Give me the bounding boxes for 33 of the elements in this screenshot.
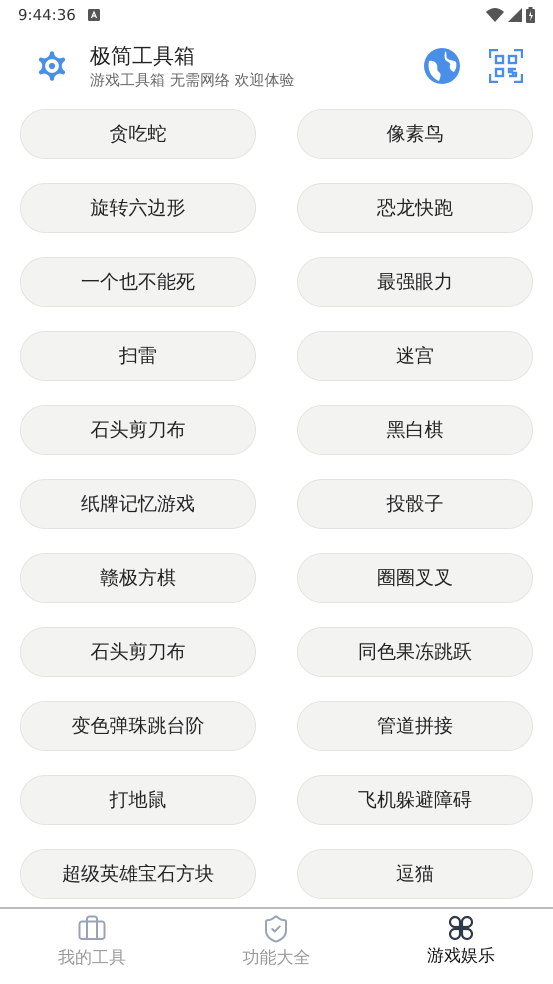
- game-button[interactable]: 逗猫: [297, 849, 533, 899]
- keyboard-notification-icon: [88, 9, 100, 21]
- qr-scan-icon[interactable]: [489, 49, 523, 83]
- game-button[interactable]: 石头剪刀布: [20, 405, 256, 455]
- game-button[interactable]: 超级英雄宝石方块: [20, 849, 256, 899]
- game-button[interactable]: 恐龙快跑: [297, 183, 533, 233]
- status-time: 9:44:36: [18, 4, 76, 26]
- game-button[interactable]: 迷宫: [297, 331, 533, 381]
- globe-icon[interactable]: [423, 47, 461, 85]
- game-button[interactable]: 一个也不能死: [20, 257, 256, 307]
- game-button[interactable]: 打地鼠: [20, 775, 256, 825]
- game-button[interactable]: 最强眼力: [297, 257, 533, 307]
- signal-icon: [508, 8, 522, 22]
- game-button[interactable]: 同色果冻跳跃: [297, 627, 533, 677]
- game-button[interactable]: 赣极方棋: [20, 553, 256, 603]
- game-button[interactable]: 管道拼接: [297, 701, 533, 751]
- game-button[interactable]: 石头剪刀布: [20, 627, 256, 677]
- game-button[interactable]: 贪吃蛇: [20, 109, 256, 159]
- battery-icon: [526, 7, 535, 23]
- game-button[interactable]: 圈圈叉叉: [297, 553, 533, 603]
- game-button[interactable]: 变色弹珠跳台阶: [20, 701, 256, 751]
- nav-tab[interactable]: 游戏娱乐: [368, 909, 553, 984]
- game-button[interactable]: 投骰子: [297, 479, 533, 529]
- app-title: 极简工具箱: [90, 43, 196, 70]
- game-button[interactable]: 像素鸟: [297, 109, 533, 159]
- game-button[interactable]: 纸牌记忆游戏: [20, 479, 256, 529]
- game-button[interactable]: 扫雷: [20, 331, 256, 381]
- app-subtitle: 游戏工具箱 无需网络 欢迎体验: [90, 70, 296, 90]
- game-button[interactable]: 飞机躲避障碍: [297, 775, 533, 825]
- game-button[interactable]: 黑白棋: [297, 405, 533, 455]
- game-button[interactable]: 旋转六边形: [20, 183, 256, 233]
- wifi-icon: [486, 8, 504, 22]
- clover-icon: [446, 914, 475, 942]
